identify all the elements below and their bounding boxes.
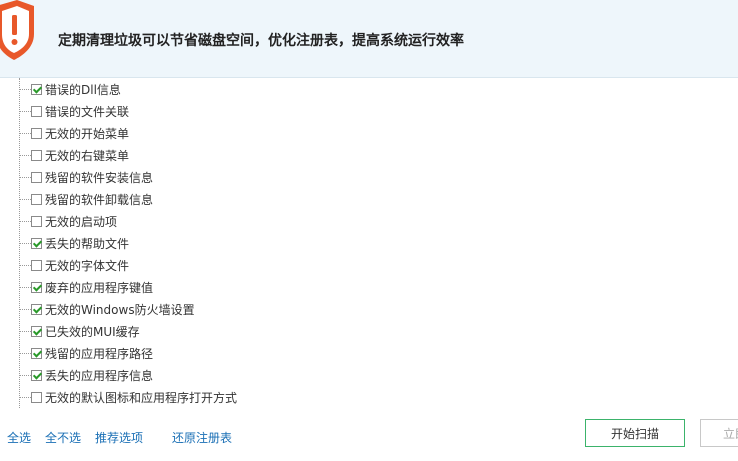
tree-item-font-files[interactable]: 无效的字体文件	[19, 255, 129, 275]
item-label: 废弃的应用程序键值	[45, 280, 154, 295]
item-checkbox[interactable]	[31, 303, 42, 315]
item-checkbox[interactable]	[31, 281, 42, 293]
item-label: 残留的软件安装信息	[45, 170, 154, 185]
item-checkbox[interactable]	[31, 215, 42, 227]
start-scan-button[interactable]: 开始扫描	[585, 419, 685, 447]
item-label: 已失效的MUI缓存	[45, 324, 140, 339]
header-banner: 定期清理垃圾可以节省磁盘空间，优化注册表，提高系统运行效率	[0, 0, 738, 78]
tree-item-help-files[interactable]: 丢失的帮助文件	[19, 233, 129, 253]
item-label: 丢失的应用程序信息	[45, 368, 154, 383]
tree-item-context-menu[interactable]: 无效的右键菜单	[19, 145, 129, 165]
tree-item-uninstall-info[interactable]: 残留的软件卸载信息	[19, 189, 153, 209]
item-checkbox[interactable]	[31, 127, 42, 139]
warning-shield-icon	[0, 0, 34, 60]
header-message: 定期清理垃圾可以节省磁盘空间，优化注册表，提高系统运行效率	[58, 33, 464, 49]
item-checkbox[interactable]	[31, 193, 42, 205]
item-label: 残留的应用程序路径	[45, 346, 154, 361]
item-label: 无效的右键菜单	[45, 148, 130, 163]
tree-item-app-info[interactable]: 丢失的应用程序信息	[19, 365, 153, 385]
footer-bar: 全选 全不选 推荐选项 还原注册表 开始扫描 立即	[0, 408, 738, 461]
immediate-button[interactable]: 立即	[700, 419, 738, 447]
item-label: 无效的启动项	[45, 214, 118, 229]
tree-item-file-association[interactable]: 错误的文件关联	[19, 101, 129, 121]
item-label: 无效的开始菜单	[45, 126, 130, 141]
recommended-link[interactable]: 推荐选项	[95, 429, 143, 446]
item-checkbox[interactable]	[31, 149, 42, 161]
tree-item-mui-cache[interactable]: 已失效的MUI缓存	[19, 321, 140, 341]
tree-item-install-info[interactable]: 残留的软件安装信息	[19, 167, 153, 187]
item-checkbox[interactable]	[31, 83, 42, 95]
item-checkbox[interactable]	[31, 369, 42, 381]
item-label: 错误的Dll信息	[45, 82, 121, 97]
item-checkbox[interactable]	[31, 171, 42, 183]
tree-item-start-menu[interactable]: 无效的开始菜单	[19, 123, 129, 143]
item-checkbox[interactable]	[31, 259, 42, 271]
item-label: 残留的软件卸载信息	[45, 192, 154, 207]
item-label: 无效的Windows防火墙设置	[45, 302, 195, 317]
item-label: 无效的默认图标和应用程序打开方式	[45, 390, 238, 405]
tree-item-app-paths[interactable]: 残留的应用程序路径	[19, 343, 153, 363]
select-none-link[interactable]: 全不选	[45, 429, 81, 446]
tree-item-startup[interactable]: 无效的启动项	[19, 211, 117, 231]
item-label: 错误的文件关联	[45, 104, 130, 119]
select-all-link[interactable]: 全选	[7, 429, 31, 446]
item-checkbox[interactable]	[31, 325, 42, 337]
item-checkbox[interactable]	[31, 237, 42, 249]
tree-item-default-icons[interactable]: 无效的默认图标和应用程序打开方式	[19, 387, 237, 407]
restore-registry-link[interactable]: 还原注册表	[172, 429, 232, 446]
item-label: 无效的字体文件	[45, 258, 130, 273]
item-checkbox[interactable]	[31, 391, 42, 403]
item-checkbox[interactable]	[31, 105, 42, 117]
item-label: 丢失的帮助文件	[45, 236, 130, 251]
tree-item-dll[interactable]: 错误的Dll信息	[19, 79, 121, 99]
item-checkbox[interactable]	[31, 347, 42, 359]
registry-item-tree: 错误的Dll信息 错误的文件关联 无效的开始菜单 无效的右键菜单 残留的软件安装…	[0, 78, 738, 408]
tree-item-app-keys[interactable]: 废弃的应用程序键值	[19, 277, 153, 297]
tree-item-firewall[interactable]: 无效的Windows防火墙设置	[19, 299, 195, 319]
